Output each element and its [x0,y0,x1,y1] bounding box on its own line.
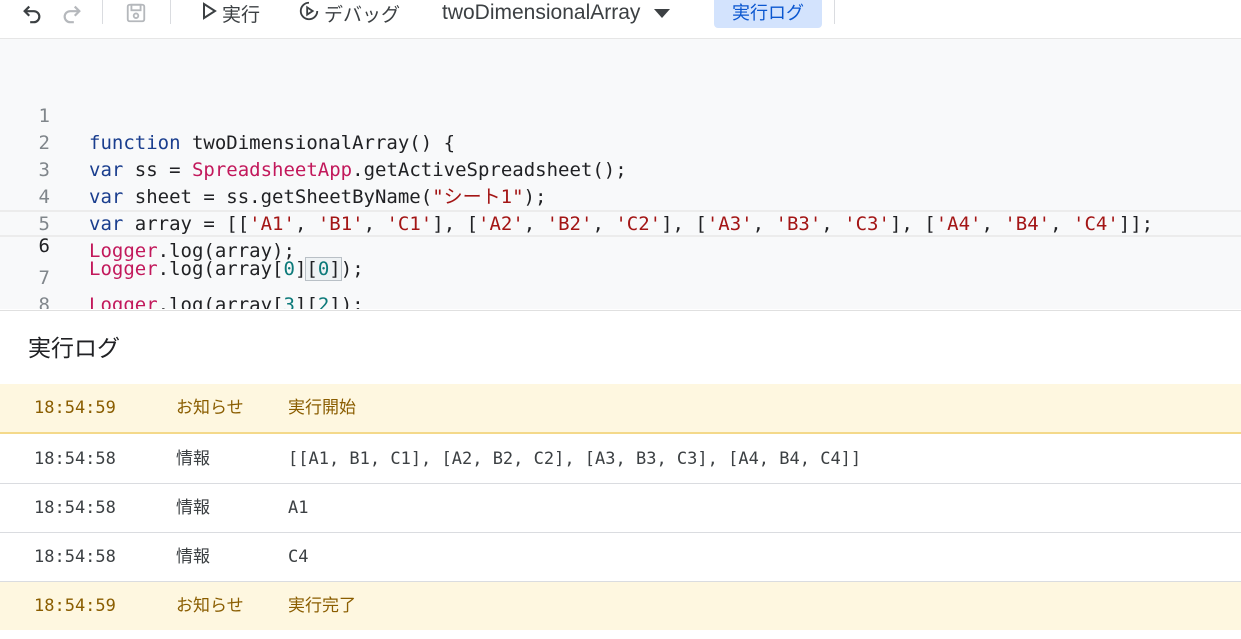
log-time: 18:54:58 [34,449,116,469]
log-row: 18:54:58 情報 C4 [0,533,1241,582]
redo-icon[interactable] [58,0,86,26]
log-time: 18:54:59 [34,398,116,418]
log-level: お知らせ [176,398,244,418]
execution-log-panel: 実行ログ 18:54:59 お知らせ 実行開始 18:54:58 情報 [[A1… [0,310,1241,639]
run-label: 実行 [222,3,261,26]
debug-button[interactable]: デバッグ [298,0,400,26]
execution-log-label: 実行ログ [732,3,804,24]
log-time: 18:54:58 [34,498,116,518]
toolbar: 実行 デバッグ twoDimensionalArray 実行ログ [0,0,1241,39]
log-message: A1 [288,498,309,518]
log-row: 18:54:58 情報 [[A1, B1, C1], [A2, B2, C2],… [0,435,1241,484]
log-message: C4 [288,547,309,567]
code-line[interactable]: 2 var ss = SpreadsheetApp.getActiveSprea… [0,103,1241,181]
debug-label: デバッグ [324,3,401,26]
code-line-active[interactable]: 6 Logger.log(array[0][0]); [0,210,1241,281]
code-line[interactable]: 1 function twoDimensionalArray() { [0,76,1241,154]
log-level: 情報 [176,498,210,518]
code-line[interactable]: 4 var array = [['A1', 'B1', 'C1'], ['A2'… [0,157,1241,235]
undo-icon[interactable] [18,0,46,26]
run-button[interactable]: 実行 [200,0,260,26]
log-level: 情報 [176,449,210,469]
log-time: 18:54:58 [34,547,116,567]
function-select-value: twoDimensionalArray [442,1,641,24]
log-message: 実行開始 [288,398,356,418]
log-row: 18:54:58 情報 A1 [0,484,1241,533]
log-row: 18:54:59 お知らせ 実行開始 [0,384,1241,434]
code-line[interactable]: 7 Logger.log(array[3][2]); [0,238,1241,309]
log-level: 情報 [176,547,210,567]
code-editor[interactable]: 1 function twoDimensionalArray() { 2 var… [0,39,1241,309]
execution-log-button[interactable]: 実行ログ [714,0,822,28]
log-level: お知らせ [176,596,244,616]
toolbar-divider [834,0,835,24]
code-line[interactable]: 3 var sheet = ss.getSheetByName("シート1"); [0,130,1241,208]
log-time: 18:54:59 [34,596,116,616]
toolbar-divider [170,0,171,24]
log-message: [[A1, B1, C1], [A2, B2, C2], [A3, B3, C3… [288,449,862,469]
save-icon[interactable] [122,0,150,26]
debug-icon [298,0,320,27]
code-line[interactable]: 8 } [0,265,1241,309]
play-icon [200,1,218,26]
code-line[interactable]: 5 Logger.log(array); [0,184,1241,262]
chevron-down-icon [654,8,671,18]
log-row: 18:54:59 お知らせ 実行完了 [0,582,1241,630]
toolbar-divider [102,0,103,24]
function-select[interactable]: twoDimensionalArray [442,0,671,26]
code-line[interactable]: 9 [0,292,1241,309]
log-message: 実行完了 [288,596,356,616]
log-panel-title: 実行ログ [28,336,120,362]
